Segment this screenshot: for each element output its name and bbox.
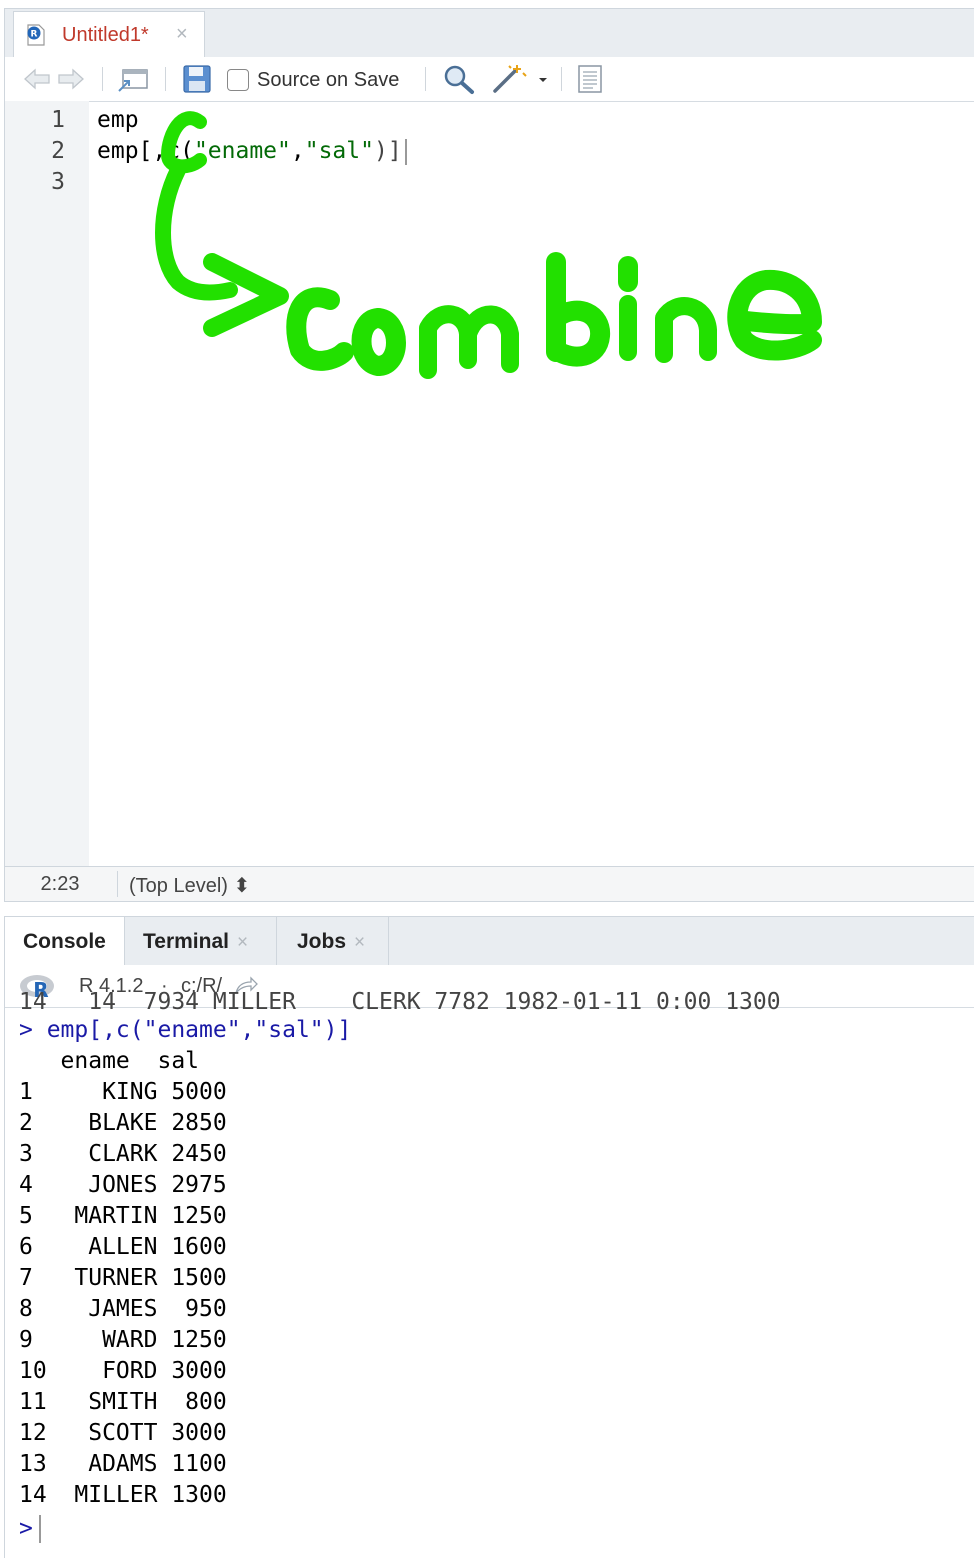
table-row: 1 KING 5000 (19, 1079, 227, 1105)
scope-selector[interactable]: (Top Level) ⬍ (129, 873, 250, 898)
source-on-save-checkbox[interactable] (227, 69, 249, 91)
line-number: 2 (51, 138, 65, 164)
table-row: 4 JONES 2975 (19, 1172, 227, 1198)
back-forward-arrows-icon[interactable] (21, 63, 87, 95)
source-editor-pane: R Untitled1* × Source on Save 1 2 3 emp … (4, 8, 974, 902)
table-row: 14 MILLER 1300 (19, 1482, 227, 1508)
console-pane: Console Terminal × Jobs × R R 4.1.2 · c:/R… (4, 916, 974, 1558)
show-in-new-window-icon[interactable] (115, 63, 151, 95)
truncated-output-line: 14 14 7934 MILLER CLERK 7782 1982-01-11 … (19, 989, 781, 1015)
table-row: 9 WARD 1250 (19, 1327, 227, 1353)
tab-jobs[interactable]: Jobs × (277, 917, 389, 965)
tab-terminal[interactable]: Terminal × (125, 917, 277, 965)
compile-report-icon[interactable] (573, 63, 607, 95)
cursor-position: 2:23 (40, 873, 80, 895)
table-header: ename sal (19, 1048, 200, 1074)
console-tab-bar: Console Terminal × Jobs × (5, 917, 974, 966)
table-row: 3 CLARK 2450 (19, 1141, 227, 1167)
code-editor[interactable]: emp emp[,c("ename","sal")] (97, 101, 974, 867)
code-line-1: emp (97, 107, 139, 133)
line-number: 3 (51, 169, 65, 195)
tab-console[interactable]: Console (5, 917, 125, 966)
editor-tab-bar: R Untitled1* × (5, 9, 974, 58)
svg-text:R: R (31, 30, 38, 40)
table-row: 2 BLAKE 2850 (19, 1110, 227, 1136)
file-tab-title: Untitled1* (62, 24, 149, 46)
editor-toolbar: Source on Save (5, 57, 974, 102)
close-icon[interactable]: × (237, 932, 248, 953)
magic-wand-icon[interactable] (489, 63, 551, 95)
console-command: > emp[,c("ename","sal")] (19, 1017, 352, 1043)
table-row: 10 FORD 3000 (19, 1358, 227, 1384)
close-icon[interactable]: × (354, 932, 365, 953)
table-row: 7 TURNER 1500 (19, 1265, 227, 1291)
console-output[interactable]: 14 14 7934 MILLER CLERK 7782 1982-01-11 … (5, 989, 974, 1558)
search-icon[interactable] (441, 63, 477, 95)
r-script-icon: R (27, 24, 45, 46)
table-row: 6 ALLEN 1600 (19, 1234, 227, 1260)
table-row: 8 JAMES 950 (19, 1296, 227, 1322)
table-row: 13 ADAMS 1100 (19, 1451, 227, 1477)
console-prompt[interactable]: > (19, 1515, 41, 1543)
editor-status-bar: 2:23 (Top Level) ⬍ (5, 866, 974, 901)
table-row: 12 SCOTT 3000 (19, 1420, 227, 1446)
source-on-save-label: Source on Save (257, 69, 400, 91)
save-icon[interactable] (181, 63, 213, 95)
file-tab-untitled1[interactable]: R Untitled1* × (13, 11, 205, 57)
code-line-2: emp[,c("ename","sal")] (97, 138, 407, 165)
line-number-gutter: 1 2 3 (5, 101, 89, 867)
table-row: 11 SMITH 800 (19, 1389, 227, 1415)
table-row: 5 MARTIN 1250 (19, 1203, 227, 1229)
line-number: 1 (51, 107, 65, 133)
close-icon[interactable]: × (176, 23, 188, 46)
